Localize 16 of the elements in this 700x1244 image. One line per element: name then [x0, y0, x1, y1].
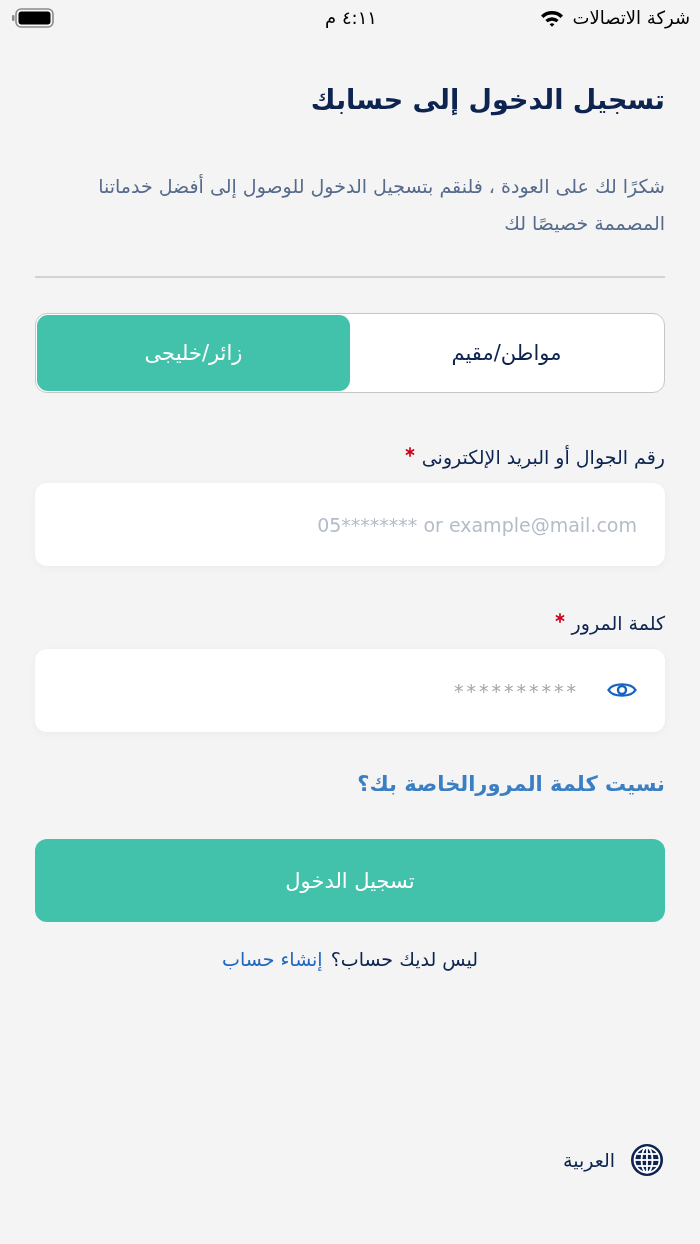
battery-icon [12, 8, 54, 28]
carrier-name: شركة الاتصالات [572, 7, 690, 29]
page-title: تسجيل الدخول إلى حسابك [309, 83, 665, 118]
signup-prompt: ليس لديك حساب؟ [330, 947, 478, 973]
language-button[interactable]: العربية [561, 1142, 665, 1178]
user-type-tab[interactable]: مواطن/مقيم [350, 315, 663, 391]
status-time: ٤:١١ م [325, 7, 377, 29]
globe-icon [631, 1144, 663, 1176]
field-label: كلمة المرور [571, 611, 665, 637]
welcome-text: شكرًا لك على العودة ، فلنقم بتسجيل الدخول للوصول إلى أفضل خدماتنا المصممة خصيصًا لك [97, 173, 665, 236]
forgot-password-link[interactable]: نسيت كلمة المرورالخاصة بك؟ [357, 769, 665, 799]
field-label: رقم الجوال أو البريد الإلكترونى [421, 444, 665, 471]
wifi-icon [540, 9, 565, 27]
password-field[interactable]: ********** [35, 649, 665, 732]
signup-link[interactable]: إنشاء حساب [222, 945, 323, 973]
phone-email-field[interactable]: 05******** or example@mail.com [35, 483, 665, 566]
